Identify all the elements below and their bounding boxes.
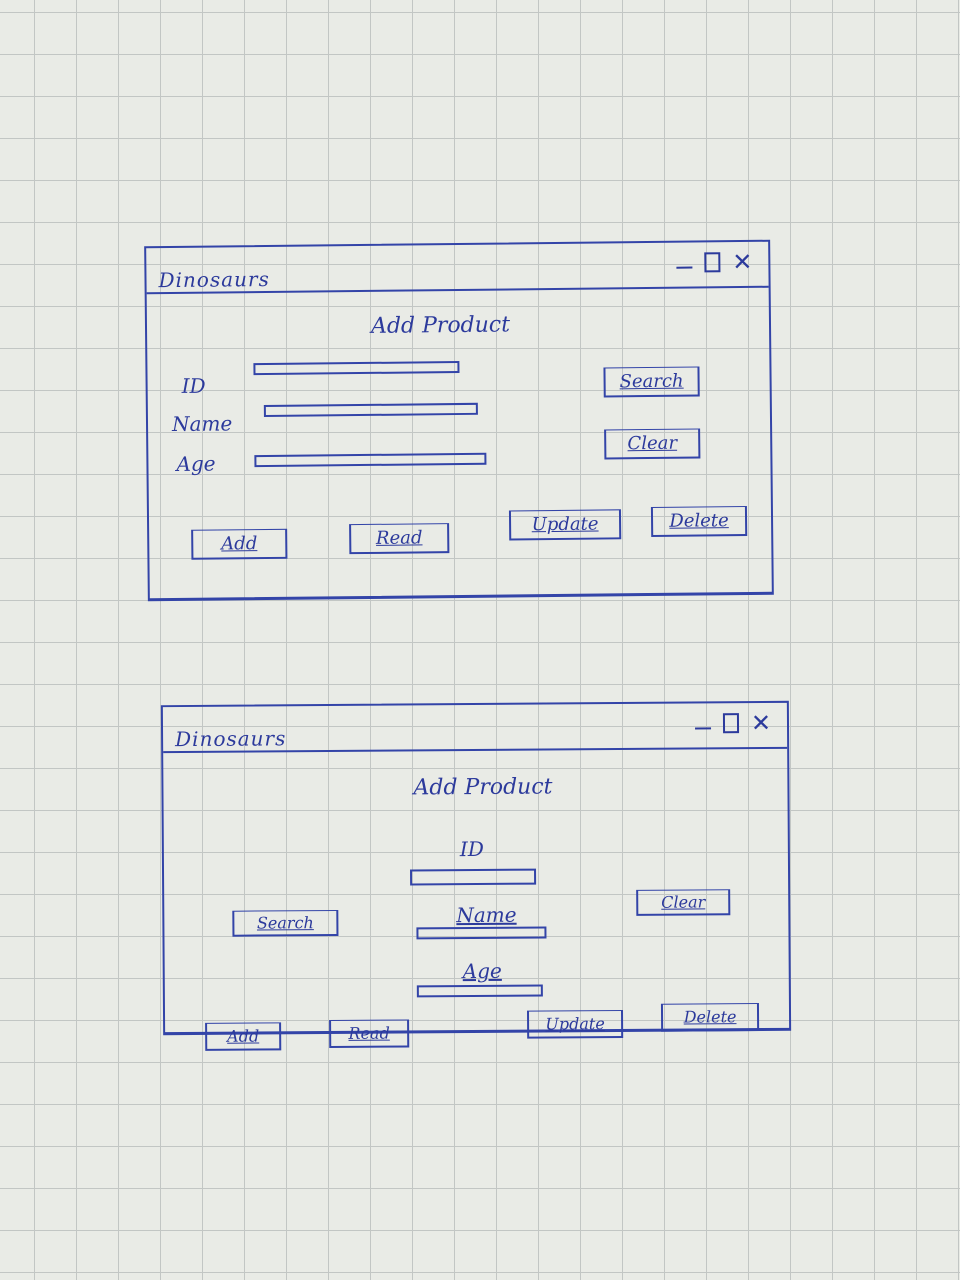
window-sketch-1: Dinosaurs ✕ Add Product ID Name Age Sear… xyxy=(144,239,774,602)
read-button-label: Read xyxy=(348,1023,390,1043)
form-heading: Add Product xyxy=(370,312,511,339)
update-button-label: Update xyxy=(545,1014,605,1034)
search-button[interactable]: Search xyxy=(232,909,339,937)
maximize-icon[interactable] xyxy=(722,713,739,734)
id-input[interactable] xyxy=(253,360,460,376)
age-input[interactable] xyxy=(416,984,543,998)
search-button-label: Search xyxy=(619,370,684,393)
clear-button[interactable]: Clear xyxy=(604,428,701,460)
id-label: ID xyxy=(181,373,206,398)
read-button-label: Read xyxy=(375,527,423,549)
title-bar: Dinosaurs ✕ xyxy=(146,241,769,295)
age-input[interactable] xyxy=(254,452,487,468)
id-label: ID xyxy=(459,836,484,862)
delete-button-label: Delete xyxy=(669,510,729,532)
form-heading: Add Product xyxy=(413,774,553,801)
window-controls: ✕ xyxy=(694,709,771,737)
search-button-label: Search xyxy=(256,913,314,933)
age-label: Age xyxy=(176,451,216,476)
update-button[interactable]: Update xyxy=(526,1009,624,1039)
minimize-icon[interactable] xyxy=(694,727,711,730)
id-input[interactable] xyxy=(410,868,537,886)
window-title: Dinosaurs xyxy=(158,266,270,293)
clear-button-label: Clear xyxy=(627,432,678,455)
add-button-label: Add xyxy=(221,533,258,555)
name-input[interactable] xyxy=(263,402,478,418)
delete-button[interactable]: Delete xyxy=(660,1003,760,1032)
title-bar: Dinosaurs ✕ xyxy=(162,702,788,754)
window-controls: ✕ xyxy=(676,248,753,276)
delete-button-label: Delete xyxy=(683,1007,737,1027)
read-button[interactable]: Read xyxy=(349,523,450,555)
clear-button-label: Clear xyxy=(661,892,706,912)
add-button[interactable]: Add xyxy=(205,1022,282,1051)
update-button[interactable]: Update xyxy=(508,509,622,541)
add-button[interactable]: Add xyxy=(191,528,288,560)
maximize-icon[interactable] xyxy=(704,252,721,273)
clear-button[interactable]: Clear xyxy=(636,889,731,916)
window-title: Dinosaurs xyxy=(175,726,287,752)
window-sketch-2: Dinosaurs ✕ Add Product ID Name Age Sear… xyxy=(160,700,792,1051)
delete-button[interactable]: Delete xyxy=(650,505,748,537)
close-icon[interactable]: ✕ xyxy=(732,248,752,276)
name-label: Name xyxy=(171,411,233,437)
name-label: Name xyxy=(456,902,517,928)
read-button[interactable]: Read xyxy=(329,1019,410,1049)
search-button[interactable]: Search xyxy=(603,366,700,398)
age-label: Age xyxy=(462,958,502,984)
add-button-label: Add xyxy=(227,1026,260,1046)
name-input[interactable] xyxy=(416,926,547,940)
minimize-icon[interactable] xyxy=(676,266,693,269)
update-button-label: Update xyxy=(531,513,599,536)
close-icon[interactable]: ✕ xyxy=(751,709,771,737)
